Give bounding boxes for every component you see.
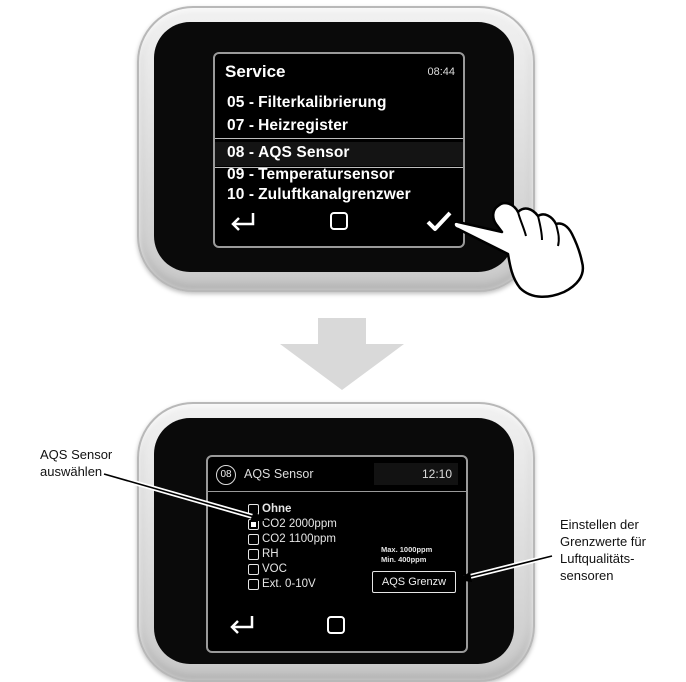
option-ext-0-10v[interactable]: Ext. 0-10V	[248, 578, 316, 590]
menu-item-aqs-sensor[interactable]: 08 - AQS Sensor	[227, 144, 350, 162]
min-threshold-text: Min. 400ppm	[381, 555, 427, 564]
clock: 12:10	[421, 467, 452, 481]
down-arrow-icon	[280, 318, 404, 390]
pointing-hand-icon	[452, 201, 585, 298]
back-arrow-icon[interactable]	[228, 613, 256, 635]
menu-item-zuluftkanalgrenzwert[interactable]: 10 - Zuluftkanalgrenzwer	[227, 186, 411, 204]
option-rh[interactable]: RH	[248, 548, 279, 560]
max-threshold-text: Max. 1000ppm	[381, 545, 433, 554]
option-co2-2000ppm[interactable]: CO2 2000ppm	[248, 518, 337, 530]
checkbox[interactable]	[248, 549, 259, 560]
divider	[215, 138, 463, 139]
checkbox[interactable]	[248, 534, 259, 545]
pointer-arrow-right	[456, 553, 553, 582]
menu-item-temperatursensor[interactable]: 09 - Temperatursensor	[227, 166, 395, 184]
clock: 08:44	[427, 66, 455, 78]
square-icon[interactable]	[326, 615, 346, 635]
menu-item-filterkalibrierung[interactable]: 05 - Filterkalibrierung	[227, 94, 387, 112]
checkbox[interactable]	[248, 579, 259, 590]
screen-title: Service	[225, 62, 286, 81]
service-screen: Service 08:44 05 - Filterkalibrierung 07 …	[213, 52, 465, 248]
menu-item-heizregister[interactable]: 07 - Heizregister	[227, 117, 348, 135]
option-co2-1100ppm[interactable]: CO2 1100ppm	[248, 533, 336, 545]
back-arrow-icon[interactable]	[229, 210, 257, 232]
checkbox[interactable]	[248, 564, 259, 575]
aqs-limits-button[interactable]: AQS Grenzw	[372, 571, 456, 593]
square-icon[interactable]	[329, 211, 349, 231]
option-voc[interactable]: VOC	[248, 563, 287, 575]
annotation-set-limits: Einstellen der Grenzwerte für Luftqualit…	[560, 517, 646, 583]
pointer-arrow-left	[103, 471, 266, 521]
